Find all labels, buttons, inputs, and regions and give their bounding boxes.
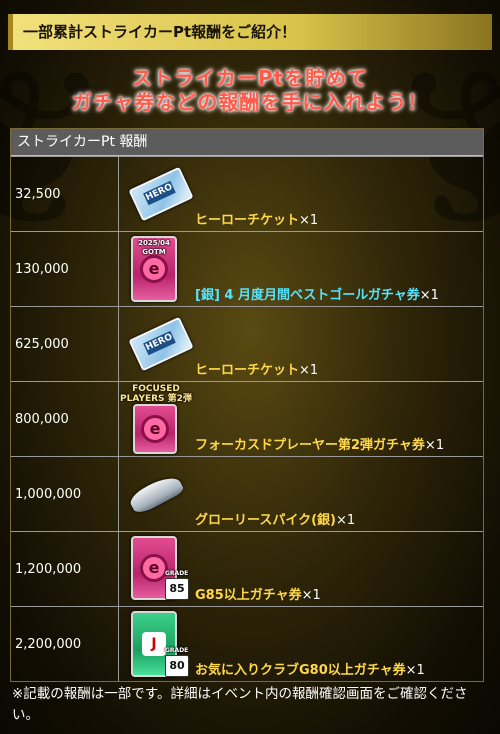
reward-name: G85以上ガチャ券×1	[195, 588, 321, 603]
grade-badge: 85	[165, 578, 189, 600]
ticket-label: HERO	[143, 330, 176, 356]
reward-cell: グローリースパイク(銀)×1	[119, 457, 483, 531]
table-row: 800,000 FOCUSED PLAYERS 第2弾 e フォーカスドプレーヤ…	[11, 381, 483, 456]
reward-name: ヒーローチケット×1	[195, 213, 319, 228]
reward-name: [銀] 4 月度月間ベストゴールガチャ券×1	[195, 288, 439, 303]
card-badge: FOCUSED PLAYERS 第2弾	[120, 384, 192, 404]
footnote: ※記載の報酬は一部です。詳細はイベント内の報酬確認画面をご確認ください。	[12, 686, 468, 723]
points-cell: 1,200,000	[11, 532, 119, 606]
reward-name: お気に入りクラブG80以上ガチャ券×1	[195, 663, 425, 678]
points-cell: 625,000	[11, 307, 119, 381]
reward-name: フォーカスドプレーヤー第2弾ガチャ券×1	[195, 438, 445, 453]
gacha-ticket-icon: e 2025/04 GOTM	[131, 236, 177, 302]
hero-ticket-icon: HERO	[128, 166, 194, 222]
points-cell: 32,500	[11, 157, 119, 231]
reward-cell: HERO ヒーローチケット×1	[119, 307, 483, 381]
ticket-label: HERO	[143, 180, 176, 206]
reward-name: ヒーローチケット×1	[195, 363, 319, 378]
reward-name: グローリースパイク(銀)×1	[195, 513, 356, 528]
points-cell: 2,200,000	[11, 607, 119, 681]
table-header: ストライカーPt 報酬	[11, 129, 483, 156]
table-row: 1,200,000 e GRADE 85 G85以上ガチャ券×1	[11, 531, 483, 606]
headline-line-2: ガチャ券などの報酬を手に入れよう！	[71, 90, 429, 114]
table-row: 1,000,000 グローリースパイク(銀)×1	[11, 456, 483, 531]
points-cell: 1,000,000	[11, 457, 119, 531]
hero-ticket-icon: HERO	[128, 316, 194, 372]
grade-caption: GRADE	[165, 647, 189, 654]
reward-cell: HERO ヒーローチケット×1	[119, 157, 483, 231]
card-badge: 2025/04 GOTM	[138, 239, 170, 256]
table-row: 32,500 HERO ヒーローチケット×1	[11, 156, 483, 231]
spike-shoe-icon	[126, 471, 186, 517]
section-banner: 一部累計ストライカーPt報酬をご紹介！	[8, 14, 492, 50]
points-cell: 130,000	[11, 232, 119, 306]
gacha-ticket-icon: e	[133, 404, 177, 454]
grade-caption: GRADE	[165, 570, 189, 577]
points-cell: 800,000	[11, 382, 119, 456]
table-row: 625,000 HERO ヒーローチケット×1	[11, 306, 483, 381]
table-row: 130,000 e 2025/04 GOTM [銀] 4 月度月間ベストゴールガ…	[11, 231, 483, 306]
reward-cell: e 2025/04 GOTM [銀] 4 月度月間ベストゴールガチャ券×1	[119, 232, 483, 306]
reward-cell: FOCUSED PLAYERS 第2弾 e フォーカスドプレーヤー第2弾ガチャ券…	[119, 382, 483, 456]
reward-table: ストライカーPt 報酬 32,500 HERO ヒーローチケット×1 130,0…	[10, 128, 484, 682]
grade-badge: 80	[165, 655, 189, 677]
reward-cell: e GRADE 85 G85以上ガチャ券×1	[119, 532, 483, 606]
reward-cell: J GRADE 80 お気に入りクラブG80以上ガチャ券×1	[119, 607, 483, 681]
table-row: 2,200,000 J GRADE 80 お気に入りクラブG80以上ガチャ券×1	[11, 606, 483, 681]
